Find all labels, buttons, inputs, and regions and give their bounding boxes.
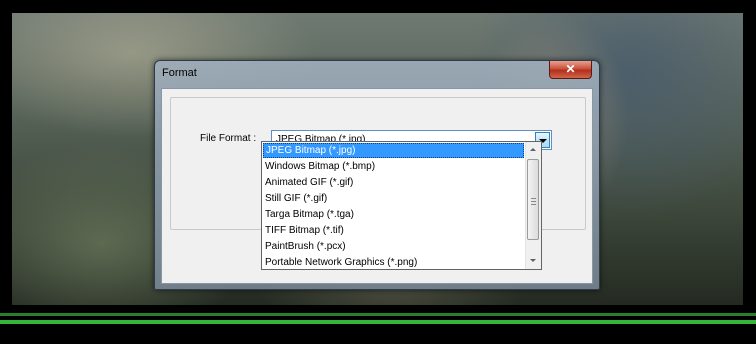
close-icon: ✕ [565,62,576,76]
player-bottom-bar [0,305,756,344]
progress-track[interactable] [0,313,756,316]
dropdown-option[interactable]: JPEG Bitmap (*.jpg) [263,143,524,158]
dialog-title: Format [162,67,197,79]
grip-icon [531,198,536,205]
dropdown-option[interactable]: Targa Bitmap (*.tga) [263,207,524,222]
scroll-up-arrow-icon[interactable] [526,142,541,158]
dialog-titlebar[interactable]: Format ✕ [155,61,599,87]
file-format-label: File Format : [200,133,257,144]
dropdown-option[interactable]: TIFF Bitmap (*.tif) [263,223,524,238]
file-format-dropdown-list: JPEG Bitmap (*.jpg) Windows Bitmap (*.bm… [261,141,542,270]
dropdown-option[interactable]: Animated GIF (*.gif) [263,175,524,190]
dropdown-option[interactable]: Still GIF (*.gif) [263,191,524,206]
dropdown-option[interactable]: Windows Bitmap (*.bmp) [263,159,524,174]
scroll-down-arrow-icon[interactable] [526,253,541,269]
dropdown-options: JPEG Bitmap (*.jpg) Windows Bitmap (*.bm… [262,142,524,269]
progress-bar[interactable] [0,320,756,324]
dropdown-option[interactable]: PaintBrush (*.pcx) [263,239,524,254]
dropdown-option[interactable]: Portable Network Graphics (*.png) [263,255,524,270]
dropdown-scrollbar[interactable] [525,142,541,269]
scrollbar-thumb[interactable] [527,159,539,240]
close-button[interactable]: ✕ [549,61,592,79]
